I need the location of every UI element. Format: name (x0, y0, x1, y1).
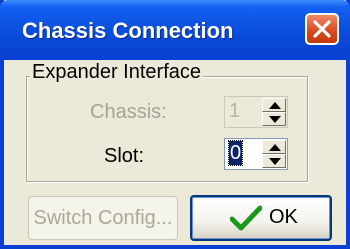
close-button[interactable] (305, 13, 339, 45)
chassis-value: 1 (229, 100, 241, 122)
slot-spin-buttons[interactable] (262, 140, 286, 168)
window-title: Chassis Connection (22, 18, 234, 43)
chassis-down-button (262, 112, 286, 126)
arrow-down-icon (269, 158, 281, 165)
group-label: Expander Interface (30, 61, 203, 84)
slot-down-button[interactable] (262, 154, 286, 168)
arrow-down-icon (269, 116, 281, 123)
switch-config-label: Switch Config... (33, 207, 173, 229)
chassis-up-button (262, 98, 286, 112)
slot-up-button[interactable] (262, 140, 286, 154)
close-icon (313, 20, 331, 38)
ok-label: OK (269, 206, 298, 228)
title-bar[interactable]: Chassis Connection (0, 0, 350, 60)
chassis-spinner: 1 (224, 96, 288, 128)
arrow-up-icon (269, 144, 281, 151)
checkmark-icon (230, 205, 262, 231)
ok-button[interactable]: OK (190, 195, 332, 241)
slot-spinner[interactable]: 0 (224, 138, 288, 170)
switch-config-button: Switch Config... (28, 196, 178, 240)
slot-value[interactable]: 0 (227, 140, 244, 166)
chassis-spin-buttons (262, 98, 286, 126)
slot-label: Slot: (104, 145, 145, 167)
arrow-up-icon (269, 102, 281, 109)
chassis-label: Chassis: (90, 101, 167, 123)
